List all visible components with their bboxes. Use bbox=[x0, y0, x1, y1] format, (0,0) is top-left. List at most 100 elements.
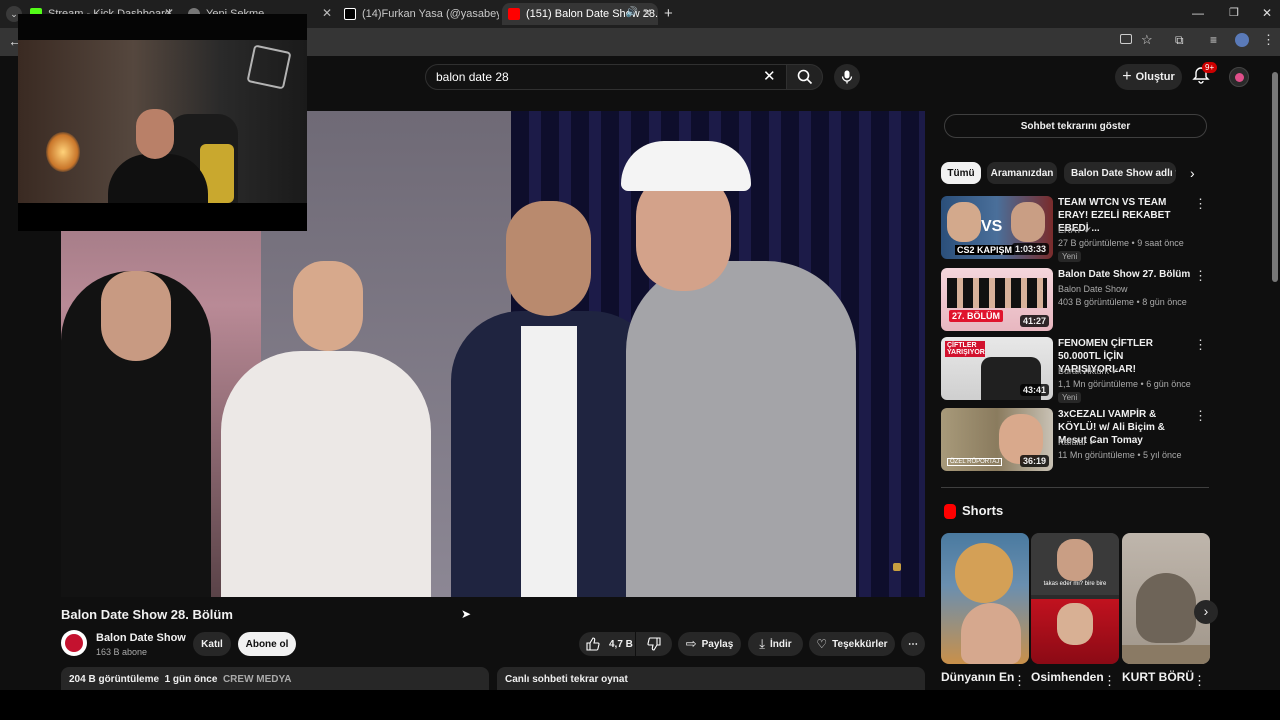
notification-count-badge: 9+ bbox=[1202, 62, 1218, 73]
channel-name[interactable]: Kafalar ✔ bbox=[1058, 437, 1097, 448]
thumbnail-caption: CS2 KAPIŞM bbox=[955, 245, 1015, 255]
video-title[interactable]: Balon Date Show 27. Bölüm bbox=[1058, 268, 1196, 281]
person-host-cap bbox=[621, 141, 751, 191]
scrollbar-thumb[interactable] bbox=[1272, 72, 1278, 282]
channel-name[interactable]: ERAY ✔ bbox=[1058, 225, 1092, 236]
more-vert-icon[interactable]: ⋮ bbox=[1013, 673, 1026, 689]
thumbnail-caption: ÇİFTLER YARIŞIYOR bbox=[945, 341, 985, 357]
like-button[interactable]: 4,7 B bbox=[579, 632, 635, 656]
voice-search-button[interactable] bbox=[834, 64, 860, 90]
extensions-icon[interactable]: ⧉ bbox=[1175, 33, 1184, 48]
chips-next-icon[interactable]: › bbox=[1190, 165, 1195, 181]
more-vert-icon[interactable]: ⋮ bbox=[1103, 673, 1116, 689]
close-icon[interactable]: ✕ bbox=[322, 6, 332, 20]
description-tag: CREW MEDYA bbox=[222, 674, 292, 685]
short-title[interactable]: KURT BÖRÜ bbox=[1122, 670, 1194, 684]
chip-channel[interactable]: Balon Date Show adlı yü bbox=[1064, 162, 1176, 184]
minimize-icon[interactable]: — bbox=[1192, 6, 1204, 20]
webcam-lamp bbox=[46, 132, 80, 172]
bookmark-star-icon[interactable]: ☆ bbox=[1141, 32, 1153, 48]
video-meta: 11 Mn görüntüleme • 5 yıl önce bbox=[1058, 450, 1182, 460]
related-video[interactable]: ÖZEL RÖPORTAJ 36:19 3xCEZALI VAMPİR & KÖ… bbox=[941, 408, 1211, 472]
close-icon[interactable]: ✕ bbox=[642, 6, 652, 20]
short-thumbnail[interactable]: takas eder mi? bire bire bbox=[1031, 533, 1119, 664]
short-thumbnail[interactable] bbox=[1122, 533, 1210, 664]
join-button[interactable]: Katıl bbox=[193, 632, 231, 656]
shorts-logo-icon bbox=[944, 504, 956, 519]
more-vert-icon[interactable]: ⋮ bbox=[1194, 196, 1207, 212]
channel-name[interactable]: Balon Date Show bbox=[96, 632, 186, 644]
more-vert-icon[interactable]: ⋮ bbox=[1194, 408, 1207, 424]
duration-badge: 41:27 bbox=[1019, 315, 1049, 327]
related-video[interactable]: ÇİFTLER YARIŞIYOR 43:41 FENOMEN ÇİFTLER … bbox=[941, 337, 1211, 403]
divider bbox=[941, 487, 1209, 488]
short-title[interactable]: Dünyanın En bbox=[941, 670, 1014, 684]
create-button[interactable]: + Oluştur bbox=[1115, 64, 1182, 90]
chip-from-search[interactable]: Aramanızdan bbox=[987, 162, 1057, 184]
shorts-next-button[interactable]: › bbox=[1194, 600, 1218, 624]
thumbnail[interactable]: ÖZEL RÖPORTAJ 36:19 bbox=[941, 408, 1053, 471]
duration-badge: 1:03:33 bbox=[1011, 243, 1049, 255]
share-arrow-icon: ⇨ bbox=[685, 636, 697, 651]
related-video[interactable]: 27. BÖLÜM 41:27 Balon Date Show 27. Bölü… bbox=[941, 268, 1211, 332]
browser-menu-icon[interactable]: ⋮ bbox=[1262, 32, 1275, 48]
account-avatar[interactable] bbox=[1229, 67, 1249, 87]
tab-label: (151) Balon Date Show 28. bbox=[526, 8, 658, 20]
view-count: 204 B görüntüleme bbox=[69, 674, 160, 685]
dislike-button[interactable] bbox=[636, 632, 672, 656]
related-video[interactable]: VS CS2 KAPIŞM 1:03:33 TEAM WTCN VS TEAM … bbox=[941, 196, 1211, 262]
webcam-logo-icon bbox=[246, 44, 292, 90]
description-box[interactable]: 204 B görüntüleme 1 gün önce CREW MEDYA bbox=[61, 667, 489, 691]
new-tab-icon[interactable]: + bbox=[664, 5, 673, 22]
short-thumbnail[interactable] bbox=[941, 533, 1029, 664]
download-icon: ⤓ bbox=[759, 636, 766, 651]
thumbnail[interactable]: VS CS2 KAPIŞM 1:03:33 bbox=[941, 196, 1053, 259]
share-button[interactable]: ⇨ Paylaş bbox=[678, 632, 741, 656]
video-title: Balon Date Show 28. Bölüm bbox=[61, 607, 233, 622]
subscribe-button[interactable]: Abone ol bbox=[238, 632, 296, 656]
more-vert-icon[interactable]: ⋮ bbox=[1194, 268, 1207, 284]
install-app-icon[interactable] bbox=[1120, 34, 1132, 44]
maximize-icon[interactable]: ❐ bbox=[1229, 6, 1239, 19]
clear-search-icon[interactable]: ✕ bbox=[763, 67, 776, 85]
person-left-face bbox=[101, 271, 171, 361]
verified-icon: ✔ bbox=[1111, 366, 1120, 376]
chip-all[interactable]: Tümü bbox=[941, 162, 981, 184]
subscriber-count: 163 B abone bbox=[96, 647, 148, 657]
person-host-hoodie bbox=[626, 261, 856, 597]
thumbnail[interactable]: 27. BÖLÜM 41:27 bbox=[941, 268, 1053, 331]
thanks-button[interactable]: ♡ Teşekkürler bbox=[809, 632, 895, 656]
channel-avatar[interactable] bbox=[61, 630, 87, 656]
search-input[interactable]: balon date 28 bbox=[425, 64, 787, 90]
show-chat-replay-button[interactable]: Sohbet tekrarını göster bbox=[944, 114, 1207, 138]
download-button[interactable]: ⤓ İndir bbox=[748, 632, 803, 656]
notifications-button[interactable]: 9+ bbox=[1192, 62, 1218, 86]
profile-avatar-icon[interactable] bbox=[1235, 33, 1249, 47]
more-vert-icon[interactable]: ⋮ bbox=[1194, 337, 1207, 353]
like-count: 4,7 B bbox=[609, 638, 633, 650]
upload-date: 1 gün önce bbox=[164, 674, 218, 685]
page-scrollbar[interactable] bbox=[1271, 60, 1279, 690]
more-actions-button[interactable]: ⋯ bbox=[901, 632, 925, 656]
media-control-icon[interactable]: ≡ bbox=[1210, 33, 1217, 47]
speaker-icon[interactable]: 🔊 bbox=[626, 7, 638, 18]
webcam-top-bar bbox=[18, 14, 307, 40]
video-meta: 1,1 Mn görüntüleme • 6 gün önce bbox=[1058, 379, 1191, 389]
more-vert-icon[interactable]: ⋮ bbox=[1193, 673, 1206, 689]
short-title[interactable]: Osimhenden bbox=[1031, 670, 1104, 684]
super-thanks-icon: ♡ bbox=[816, 637, 828, 651]
thumbnail[interactable]: ÇİFTLER YARIŞIYOR 43:41 bbox=[941, 337, 1053, 400]
channel-name[interactable]: Burak Aktürk ✔ bbox=[1058, 366, 1119, 377]
channel-name[interactable]: Balon Date Show bbox=[1058, 284, 1128, 294]
duration-badge: 36:19 bbox=[1019, 455, 1049, 467]
webcam-overlay bbox=[18, 14, 307, 231]
search-button[interactable] bbox=[786, 64, 823, 90]
webcam-bottom-bar bbox=[18, 203, 307, 231]
duration-badge: 43:41 bbox=[1019, 384, 1049, 396]
video-watermark-icon bbox=[893, 563, 901, 571]
tab-tiktok[interactable]: (14)Furkan Yasa (@yasabeyy) | bbox=[344, 3, 499, 25]
search-icon bbox=[797, 69, 812, 85]
tab-youtube[interactable]: (151) Balon Date Show 28. 🔊 ✕ bbox=[502, 3, 658, 25]
window-close-icon[interactable]: ✕ bbox=[1262, 6, 1272, 20]
chat-replay-bar[interactable]: Canlı sohbeti tekrar oynat bbox=[497, 667, 925, 691]
